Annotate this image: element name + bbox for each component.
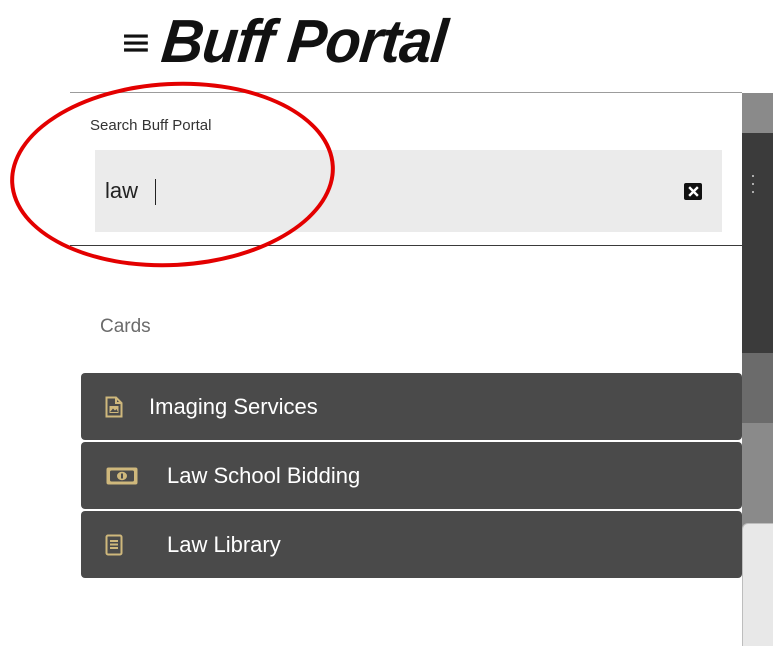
book-icon: [105, 534, 145, 556]
header-divider: [70, 92, 742, 93]
card-item-law-library[interactable]: Law Library: [81, 511, 742, 578]
hamburger-menu-icon[interactable]: ≡: [120, 23, 152, 61]
close-icon: [687, 186, 699, 197]
card-label: Law School Bidding: [167, 462, 361, 488]
app-header: ≡ Buff Portal: [120, 2, 450, 82]
card-item-imaging-services[interactable]: Imaging Services: [81, 373, 742, 440]
card-label: Imaging Services: [149, 393, 318, 419]
background-mid-strip: [742, 353, 773, 423]
clear-search-button[interactable]: [684, 183, 702, 200]
background-dark-strip: [742, 133, 773, 353]
background-page-edge: · · ·: [742, 93, 773, 646]
buff-portal-logo[interactable]: Buff Portal: [158, 7, 450, 75]
background-card-edge: [742, 523, 773, 646]
card-label: Law Library: [167, 531, 281, 557]
card-results-list: Imaging Services Law School Bidding Law …: [81, 373, 742, 580]
search-underline: [70, 245, 742, 246]
text-cursor: [155, 179, 156, 205]
search-box[interactable]: [95, 150, 722, 232]
document-image-icon: [105, 396, 145, 418]
search-input[interactable]: [105, 150, 665, 232]
search-label: Search Buff Portal: [90, 117, 212, 134]
money-bill-icon: [105, 466, 145, 486]
card-item-law-school-bidding[interactable]: Law School Bidding: [81, 442, 742, 509]
section-label-cards: Cards: [100, 316, 151, 337]
more-options-icon[interactable]: · · ·: [750, 166, 756, 200]
